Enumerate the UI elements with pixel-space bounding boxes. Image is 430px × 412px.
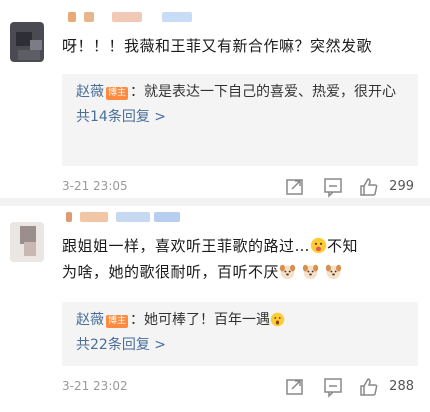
- comment-icon[interactable]: [322, 376, 344, 398]
- avatar[interactable]: [10, 22, 44, 62]
- surprised-face-emoji-icon: [270, 312, 285, 327]
- host-badge: 博主: [106, 87, 129, 100]
- comment-text: 跟姐姐一样，喜欢听王菲歌的路过… 不知 为啥，她的歌很耐听，百听不厌: [62, 233, 414, 285]
- tongue-emoji-icon: [310, 237, 327, 254]
- avatar[interactable]: [10, 222, 44, 262]
- timestamp: 3-21 23:02: [62, 379, 128, 393]
- comment-text-content: 呀！！！我薇和王菲又有新合作嘛？突然发歌: [62, 37, 373, 55]
- host-badge: 博主: [106, 315, 129, 328]
- dog-face-emoji-icon: [302, 264, 319, 280]
- reply-text: ：就是表达一下自己的喜爱、热爱，很开心: [130, 84, 397, 100]
- like-count: 288: [389, 379, 414, 394]
- like-count: 299: [389, 179, 414, 194]
- reply-box[interactable]: 赵薇 博主 ：她可棒了！百年一遇 共22条回复 >: [62, 302, 418, 366]
- comment-text-line: 不知: [327, 237, 359, 255]
- share-icon[interactable]: [284, 376, 306, 398]
- reply-author[interactable]: 赵薇: [76, 312, 104, 328]
- thumbs-up-icon[interactable]: [358, 176, 380, 198]
- thumbs-up-icon[interactable]: [358, 376, 380, 398]
- comment-item: 呀！！！我薇和王菲又有新合作嘛？突然发歌 赵薇 博主 ：就是表达一下自己的喜爱、热爱…: [0, 0, 430, 200]
- dog-face-emoji-icon: [279, 264, 296, 280]
- reply-text: ：她可棒了！百年一遇: [130, 312, 271, 328]
- reply-box[interactable]: 赵薇 博主 ：就是表达一下自己的喜爱、热爱，很开心 共14条回复 >: [62, 74, 418, 166]
- share-icon[interactable]: [284, 176, 306, 198]
- comment-text-line: 跟姐姐一样，喜欢听王菲歌的路过…: [62, 237, 311, 255]
- comment-item: 跟姐姐一样，喜欢听王菲歌的路过… 不知 为啥，她的歌很耐听，百听不厌 赵薇 博主…: [0, 204, 430, 412]
- dog-face-emoji-icon: [325, 264, 342, 280]
- timestamp: 3-21 23:05: [62, 179, 128, 193]
- comment-meta: 3-21 23:05 299: [62, 176, 418, 198]
- reply-author[interactable]: 赵薇: [76, 84, 104, 100]
- comment-text: 呀！！！我薇和王菲又有新合作嘛？突然发歌: [62, 33, 414, 59]
- reply-count-link[interactable]: 共14条回复 >: [76, 104, 404, 130]
- reply-count-link[interactable]: 共22条回复 >: [76, 332, 404, 358]
- comment-meta: 3-21 23:02 288: [62, 376, 418, 398]
- comment-text-line: 为啥，她的歌很耐听，百听不厌: [62, 263, 280, 281]
- comment-icon[interactable]: [322, 176, 344, 198]
